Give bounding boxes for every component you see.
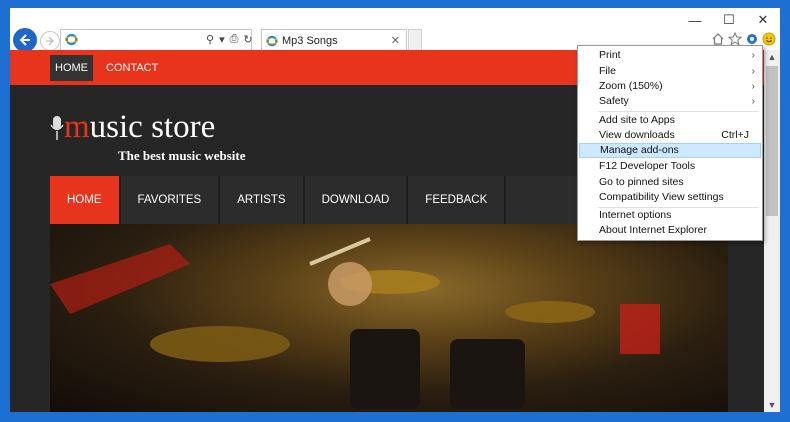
scroll-up-icon[interactable]: ▲ <box>764 50 780 64</box>
new-tab-button[interactable] <box>408 29 422 51</box>
menu-item-safety[interactable]: Safety › <box>579 94 761 109</box>
arrow-right-icon <box>46 36 54 46</box>
scroll-down-icon[interactable]: ▼ <box>764 398 780 412</box>
chevron-right-icon: › <box>751 65 756 77</box>
menu-item-internet-options[interactable]: Internet options <box>579 208 761 223</box>
menu-item-add-site[interactable]: Add site to Apps <box>579 113 761 128</box>
watermark-overlay <box>10 310 764 410</box>
star-icon[interactable] <box>728 32 742 46</box>
microphone-icon <box>50 116 64 140</box>
home-icon[interactable] <box>711 32 725 46</box>
nav-artists[interactable]: ARTISTS <box>220 176 305 224</box>
chevron-right-icon: › <box>751 95 756 107</box>
tab-title: Mp3 Songs <box>282 34 338 47</box>
menu-item-file[interactable]: File › <box>579 64 761 79</box>
menu-item-about-ie[interactable]: About Internet Explorer <box>579 223 761 238</box>
nav-home[interactable]: HOME <box>50 176 121 224</box>
logo-title: music store <box>64 109 216 145</box>
gear-icon[interactable] <box>745 32 759 46</box>
nav-download[interactable]: DOWNLOAD <box>305 176 409 224</box>
scroll-thumb[interactable] <box>766 66 778 216</box>
ie-logo-icon <box>266 35 278 46</box>
command-icons <box>711 32 776 46</box>
top-link-home[interactable]: HOME <box>50 55 93 81</box>
menu-item-f12-tools[interactable]: F12 Developer Tools <box>579 159 761 174</box>
dropdown-icon[interactable]: ▾ <box>219 33 225 46</box>
back-button[interactable] <box>13 28 37 52</box>
menu-item-pinned-sites[interactable]: Go to pinned sites <box>579 175 761 190</box>
nav-favorites[interactable]: FAVORITES <box>121 176 221 224</box>
chevron-right-icon: › <box>751 80 756 92</box>
menu-item-zoom[interactable]: Zoom (150%) › <box>579 79 761 94</box>
menu-item-compat-settings[interactable]: Compatibility View settings <box>579 190 761 205</box>
top-link-contact[interactable]: CONTACT <box>106 55 158 81</box>
tab-mp3-songs[interactable]: Mp3 Songs ✕ <box>261 29 407 51</box>
address-bar-icons: ⚲ ▾ ⎙ ↻ <box>206 33 253 46</box>
search-icon[interactable]: ⚲ <box>206 33 214 46</box>
menu-item-manage-addons[interactable]: Manage add-ons <box>579 143 761 158</box>
chevron-right-icon: › <box>751 49 756 61</box>
refresh-icon[interactable]: ↻ <box>243 33 252 46</box>
compat-view-icon[interactable]: ⎙ <box>230 33 239 46</box>
logo-tagline: The best music website <box>118 148 246 163</box>
forward-button[interactable] <box>40 31 60 51</box>
smiley-icon[interactable] <box>762 32 776 46</box>
tools-menu: Print › File › Zoom (150%) › Safety › Add si… <box>577 45 763 241</box>
nav-feedback[interactable]: FEEDBACK <box>408 176 507 224</box>
menu-item-view-downloads[interactable]: View downloads Ctrl+J <box>579 128 761 143</box>
vertical-scrollbar[interactable]: ▲ ▼ <box>764 50 780 412</box>
arrow-left-icon <box>19 34 30 46</box>
menu-separator <box>598 111 758 112</box>
site-logo[interactable]: music store The best music website <box>50 109 245 163</box>
menu-item-print[interactable]: Print › <box>579 48 761 63</box>
ie-logo-icon <box>65 33 78 46</box>
close-tab-icon[interactable]: ✕ <box>391 34 400 47</box>
